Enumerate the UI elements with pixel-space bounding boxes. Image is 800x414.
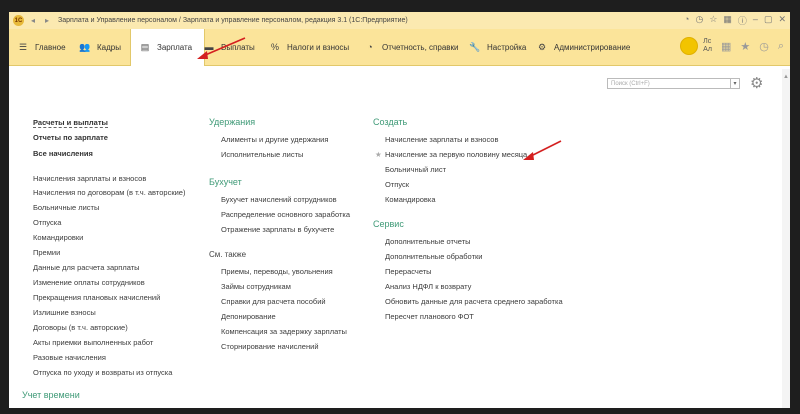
gear-icon: ⚙ — [537, 41, 547, 52]
back-icon[interactable]: ◂ — [28, 16, 38, 26]
list-item[interactable]: Алименты и другие удержания — [221, 135, 328, 144]
scroll-up-icon[interactable]: ▲ — [783, 74, 789, 80]
minimize-icon[interactable]: – — [753, 14, 758, 27]
chart-icon: ◔ — [367, 42, 373, 52]
history-clock-icon[interactable]: ◷ — [759, 40, 769, 53]
maximize-icon[interactable]: ▢ — [764, 14, 773, 27]
main-menu: ☰ Главное 👥 Кадры ▤ Зарплата ▬ Выплаты % Нало… — [9, 29, 790, 66]
search-icon[interactable]: ⌕ — [778, 40, 784, 53]
list-item[interactable]: Прекращения плановых начислений — [33, 293, 160, 302]
list-item[interactable]: Разовые начисления — [33, 353, 106, 362]
list-item[interactable]: Обновить данные для расчета среднего зар… — [385, 297, 563, 306]
list-item[interactable]: Договоры (в т.ч. авторские) — [33, 323, 128, 332]
list-item[interactable]: Больничный лист — [385, 165, 446, 174]
menu-item-reports[interactable]: ◔ Отчетность, справки — [364, 29, 458, 65]
list-item[interactable]: Бухучет начислений сотрудников — [221, 195, 337, 204]
list-item[interactable]: Компенсация за задержку зарплаты — [221, 327, 347, 336]
wrench-icon: 🔧 — [469, 41, 481, 52]
link-all-accruals[interactable]: Все начисления — [33, 149, 93, 158]
star-icon[interactable]: ☆ — [709, 14, 717, 27]
list-item[interactable]: Отпуск — [385, 180, 409, 189]
favorite-star-icon[interactable]: ★ — [375, 150, 382, 159]
menu-item-settings[interactable]: 🔧 Настройка — [469, 29, 526, 65]
list-item[interactable]: Акты приемки выполненных работ — [33, 338, 153, 347]
people-icon: 👥 — [79, 41, 91, 52]
grid-icon[interactable]: ▦ — [721, 40, 731, 53]
search-dropdown[interactable]: ▾ — [731, 78, 740, 89]
section-head-service: Сервис — [373, 219, 404, 229]
list-item[interactable]: Начисления зарплаты и взносов — [33, 174, 146, 183]
annotation-arrow-menu — [197, 37, 246, 59]
section-head-time-tracking: Учет времени — [22, 390, 80, 400]
list-item[interactable]: Отпуска по уходу и возвраты из отпуска — [33, 368, 172, 377]
list-item[interactable]: Начисления по договорам (в т.ч. авторски… — [33, 188, 185, 197]
document-icon: ▤ — [140, 42, 150, 52]
scrollbar[interactable] — [782, 69, 790, 408]
list-item[interactable]: Приемы, переводы, увольнения — [221, 267, 333, 276]
list-item[interactable]: Анализ НДФЛ к возврату — [385, 282, 471, 291]
search-input[interactable]: Поиск (Ctrl+F) — [607, 78, 731, 89]
settings-gear-icon[interactable]: ⚙ — [750, 74, 763, 92]
menu-item-taxes[interactable]: % Налоги и взносы — [269, 29, 349, 65]
avatar[interactable] — [680, 37, 699, 55]
list-item[interactable]: Пересчет планового ФОТ — [385, 312, 474, 321]
list-item[interactable]: Изменение оплаты сотрудников — [33, 278, 145, 287]
user-name[interactable]: Лс Ал — [703, 38, 712, 54]
list-item[interactable]: Премии — [33, 248, 60, 257]
menu-item-staff[interactable]: 👥 Кадры — [79, 29, 121, 65]
history-icon[interactable]: ◷ — [695, 14, 703, 27]
list-item[interactable]: Излишние взносы — [33, 308, 96, 317]
list-item[interactable]: Начисление зарплаты и взносов — [385, 135, 498, 144]
window-title: Зарплата и Управление персоналом / Зарпл… — [58, 17, 408, 24]
bell-icon[interactable]: ◔ — [684, 14, 689, 27]
forward-icon[interactable]: ▸ — [42, 16, 52, 26]
list-item[interactable]: Отражение зарплаты в бухучете — [221, 225, 334, 234]
menu-item-admin[interactable]: ⚙ Администрирование — [536, 29, 630, 65]
close-icon[interactable]: ✕ — [778, 14, 786, 27]
list-item[interactable]: Данные для расчета зарплаты — [33, 263, 140, 272]
list-item[interactable]: Отпуска — [33, 218, 61, 227]
section-head-see-also: См. также — [209, 250, 247, 259]
list-item[interactable]: Займы сотрудникам — [221, 282, 291, 291]
annotation-arrow-item — [523, 140, 562, 160]
percent-icon: % — [270, 42, 279, 52]
favorites-icon[interactable]: ★ — [740, 40, 750, 53]
menu-item-main[interactable]: ☰ Главное — [17, 29, 66, 65]
section-head-deductions: Удержания — [209, 117, 256, 127]
list-item[interactable]: Дополнительные обработки — [385, 252, 482, 261]
list-item[interactable]: Перерасчеты — [385, 267, 432, 276]
app-window: 1С ◂ ▸ Зарплата и Управление персоналом … — [9, 12, 790, 408]
create-first-half-month-link[interactable]: ★ Начисление за первую половину месяца — [375, 150, 527, 159]
list-item[interactable]: Распределение основного заработка — [221, 210, 350, 219]
list-item[interactable]: Дополнительные отчеты — [385, 237, 471, 246]
list-item[interactable]: Сторнирование начислений — [221, 342, 319, 351]
app-logo-icon: 1С — [13, 15, 24, 26]
list-item[interactable]: Командировка — [385, 195, 436, 204]
list-item[interactable]: Справки для расчета пособий — [221, 297, 326, 306]
section-head-create: Создать — [373, 117, 408, 127]
list-item[interactable]: Депонирование — [221, 312, 276, 321]
info-icon[interactable]: ⓘ — [738, 14, 747, 27]
list-item[interactable]: Командировки — [33, 233, 83, 242]
link-salary-reports[interactable]: Отчеты по зарплате — [33, 133, 108, 142]
calc-icon[interactable]: ▦ — [723, 14, 732, 27]
list-item[interactable]: Больничные листы — [33, 203, 99, 212]
title-bar: 1С ◂ ▸ Зарплата и Управление персоналом … — [9, 12, 790, 30]
menu-lines-icon: ☰ — [18, 41, 28, 52]
section-head-accounting: Бухучет — [209, 177, 242, 187]
link-calc-payouts[interactable]: Расчеты и выплаты — [33, 118, 108, 128]
list-item[interactable]: Исполнительные листы — [221, 150, 303, 159]
